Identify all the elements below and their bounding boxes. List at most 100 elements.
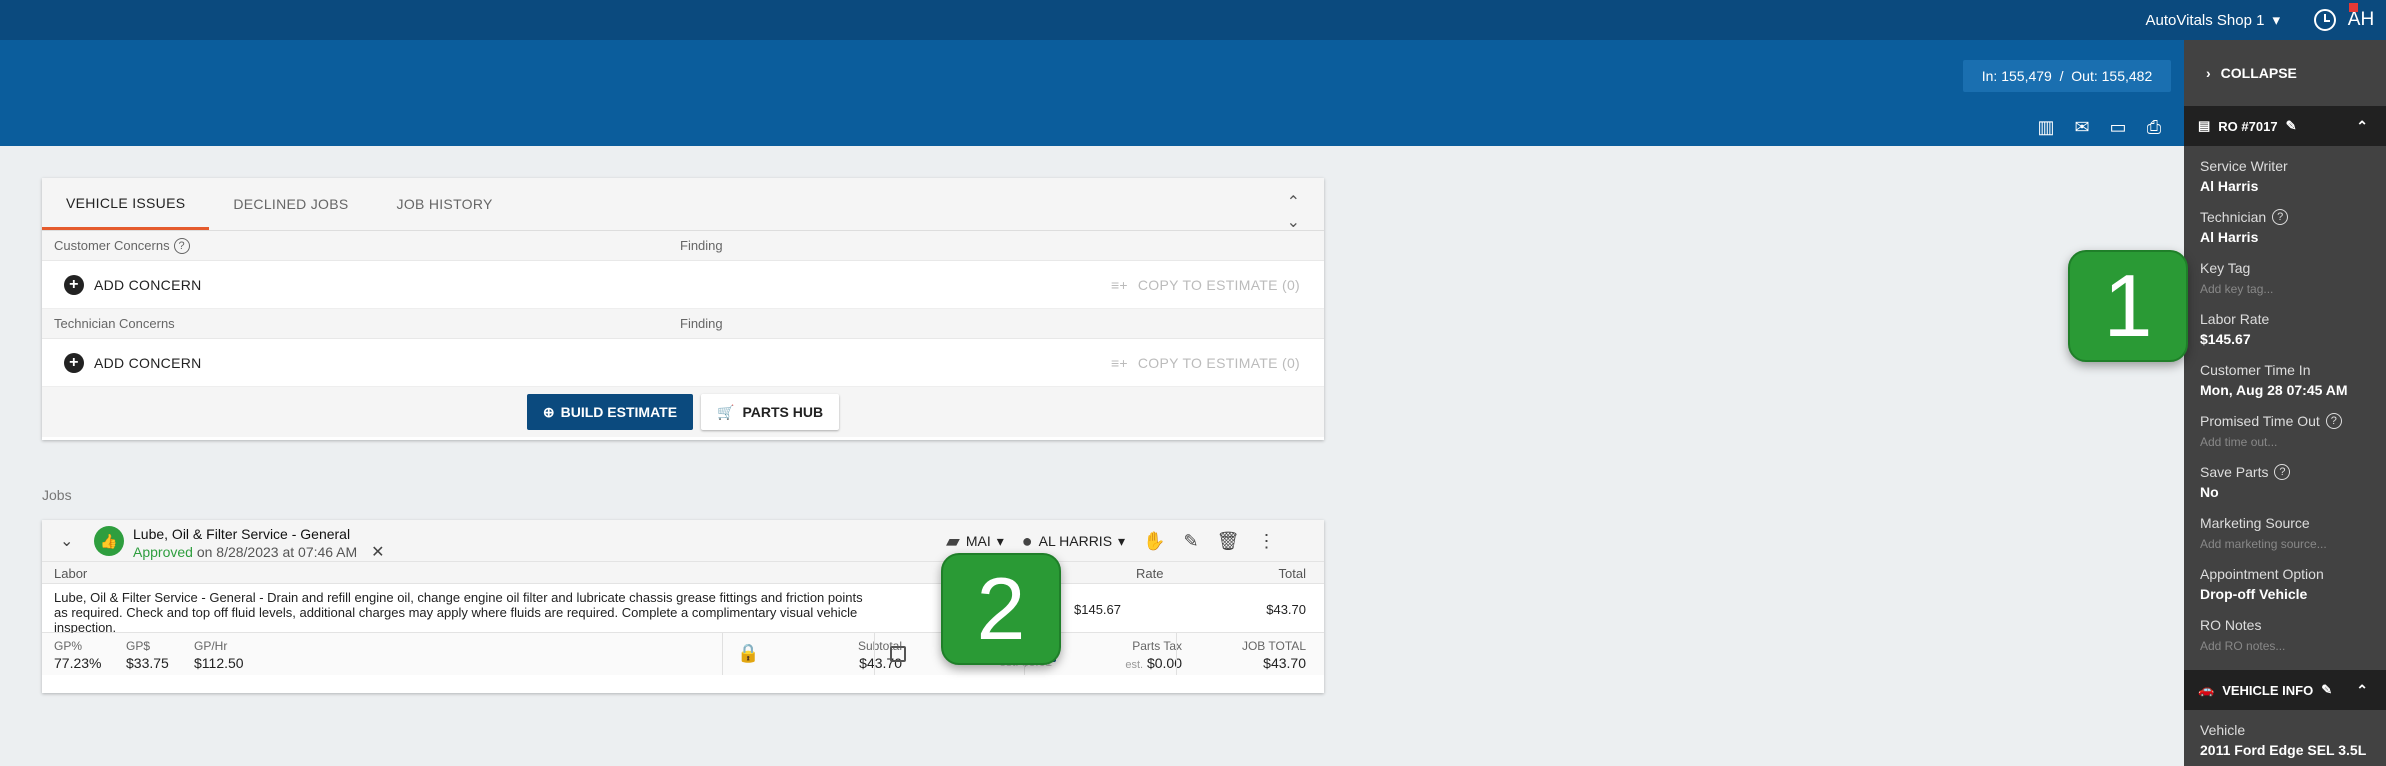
edit-icon[interactable]: ✎ [2321,682,2332,698]
field-value: Al Harris [2200,178,2259,194]
technician-concern-row: + ADD CONCERN ≡+ COPY TO ESTIMATE (0) [42,339,1324,387]
labor-column-headers: Labor Rate Total [42,562,1324,584]
field-placeholder: Add key tag... [2200,282,2274,296]
job-total-label: JOB TOTAL [1241,639,1306,653]
shop-name: AutoVitals Shop 1 [2145,11,2265,29]
divider [1176,633,1177,675]
finding-label: Finding [680,238,723,253]
copy-to-estimate-label: COPY TO ESTIMATE (0) [1137,276,1300,293]
copy-to-estimate-button[interactable]: ≡+ COPY TO ESTIMATE (0) [1111,355,1300,371]
parts-tax: Parts Tax est. $0.00 [1082,639,1182,671]
service-writer-field[interactable]: Service Writer Al Harris [2200,158,2370,209]
in-label: In: [1981,68,1998,84]
delete-icon[interactable]: 🗑 [1217,531,1240,552]
add-technician-concern-button[interactable]: + ADD CONCERN [64,352,202,373]
tab-declined-jobs[interactable]: DECLINED JOBS [209,178,372,230]
gp-dollar-value: $33.75 [126,655,169,671]
copy-to-estimate-label: COPY TO ESTIMATE (0) [1137,354,1300,371]
shop-selector[interactable]: AutoVitals Shop 1 ▾ [2145,0,2280,40]
user-avatar[interactable]: AH [2344,0,2378,40]
save-parts-field[interactable]: Save Parts? No [2200,464,2370,515]
gp-percent-value: 77.23% [54,655,102,671]
help-icon[interactable]: ? [2272,209,2289,225]
clock-icon[interactable] [2314,9,2336,31]
add-circle-icon: + [64,352,84,373]
add-circle-icon: ⊕ [542,403,555,420]
job-total-value: $43.70 [1263,655,1306,671]
field-label: Marketing Source [2200,515,2310,531]
marketing-source-field[interactable]: Marketing Source Add marketing source... [2200,515,2370,566]
print-icon[interactable]: ⎙ [2142,116,2166,138]
add-concern-label: ADD CONCERN [94,354,202,371]
gp-percent-label: GP% [54,639,83,653]
customer-concern-row: + ADD CONCERN ≡+ COPY TO ESTIMATE (0) [42,261,1324,309]
field-value: 2011 Ford Edge SEL 3.5L [2200,742,2367,758]
labor-row[interactable]: Lube, Oil & Filter Service - General - D… [42,584,1324,635]
folder-icon: ▰ [946,530,960,551]
vehicle-field[interactable]: Vehicle 2011 Ford Edge SEL 3.5L [2200,722,2370,766]
shop-supplies-checkbox[interactable] [890,646,906,662]
field-label: Key Tag [2200,260,2251,276]
cart-icon: 🛒 [717,403,735,420]
more-vert-icon[interactable]: ⋮ [1257,531,1275,552]
edit-icon[interactable]: ✎ [2286,118,2297,134]
ro-section-header[interactable]: ▤ RO #7017 ✎ ⌃ [2184,106,2386,146]
tab-vehicle-issues[interactable]: VEHICLE ISSUES [42,178,210,230]
rate-col-label: Rate [1136,566,1164,581]
technician-field[interactable]: Technician? Al Harris [2200,209,2370,260]
field-value: Drop-off Vehicle [2200,586,2308,602]
subtotal-value: $43.70 [859,655,902,671]
vehicle-issues-card: VEHICLE ISSUES DECLINED JOBS JOB HISTORY… [42,178,1324,440]
labor-total: $43.70 [1266,602,1306,617]
tab-job-history[interactable]: JOB HISTORY [373,178,517,230]
vehicle-fields: Vehicle 2011 Ford Edge SEL 3.5L [2184,710,2386,766]
parts-hub-button[interactable]: 🛒 PARTS HUB [701,394,840,430]
help-icon[interactable]: ? [173,237,190,254]
approved-detail: on 8/28/2023 at 07:46 AM [196,544,358,560]
car-icon: 🚗 [2198,682,2215,697]
appointment-option-field[interactable]: Appointment Option Drop-off Vehicle [2200,566,2370,617]
category-selector[interactable]: ▰ MAI ▾ [946,531,1004,552]
job-total: JOB TOTAL $43.70 [1186,639,1306,671]
close-icon[interactable]: ✕ [371,544,384,561]
chart-icon[interactable]: ▥ [2034,116,2058,138]
add-customer-concern-button[interactable]: + ADD CONCERN [64,274,202,295]
gp-dollar-label: GP$ [126,639,151,653]
collapse-label: COLLAPSE [2220,65,2297,81]
vehicle-info-label: VEHICLE INFO [2222,682,2314,698]
collapse-sidebar-button[interactable]: › COLLAPSE [2184,40,2386,106]
header-toolbar: ▥ ✉ ▭ ⎙ [2034,116,2166,138]
gp-percent-stat: GP% 77.23% [54,639,101,671]
ro-notes-field[interactable]: RO Notes Add RO notes... [2200,617,2370,668]
hand-dollar-icon[interactable]: ✋ [1143,531,1165,552]
build-estimate-button[interactable]: ⊕ BUILD ESTIMATE [526,394,694,430]
message-icon[interactable]: ✉ [2070,116,2094,138]
technician-selector[interactable]: ● AL HARRIS ▾ [1022,531,1125,552]
screen-share-icon[interactable]: ▭ [2106,116,2130,138]
copy-to-estimate-button[interactable]: ≡+ COPY TO ESTIMATE (0) [1111,277,1300,293]
vehicle-info-header[interactable]: 🚗 VEHICLE INFO ✎ ⌃ [2184,670,2386,710]
labor-col-label: Labor [54,566,88,581]
lock-icon[interactable]: 🔒 [737,643,759,664]
chevron-down-icon[interactable]: ⌄ [60,531,73,551]
gp-dollar-stat: GP$ $33.75 [126,639,169,671]
header-band [0,40,2184,146]
key-tag-field[interactable]: Key Tag Add key tag... [2200,260,2370,311]
labor-rate: $145.67 [1074,602,1121,617]
help-icon[interactable]: ? [2325,413,2342,429]
help-icon[interactable]: ? [2274,464,2291,480]
field-placeholder: Add marketing source... [2200,537,2327,551]
promised-time-out-field[interactable]: Promised Time Out? Add time out... [2200,413,2370,464]
thumbs-up-icon: 👍 [94,526,124,556]
customer-concerns-label: Customer Concerns [54,238,170,253]
customer-time-in-field[interactable]: Customer Time In Mon, Aug 28 07:45 AM [2200,362,2370,413]
field-label: Labor Rate [2200,311,2270,327]
gp-hour-label: GP/Hr [194,639,228,653]
field-value: No [2200,484,2219,500]
card-tab-bar: VEHICLE ISSUES DECLINED JOBS JOB HISTORY… [42,178,1324,231]
edit-icon[interactable]: ✎ [1183,531,1198,552]
collapse-card-icon[interactable]: ⌃ ⌄ [1287,192,1300,232]
labor-rate-field[interactable]: Labor Rate $145.67 [2200,311,2370,362]
playlist-add-icon: ≡+ [1110,276,1128,293]
customer-concerns-header: Customer Concerns ? Finding [42,231,1324,261]
